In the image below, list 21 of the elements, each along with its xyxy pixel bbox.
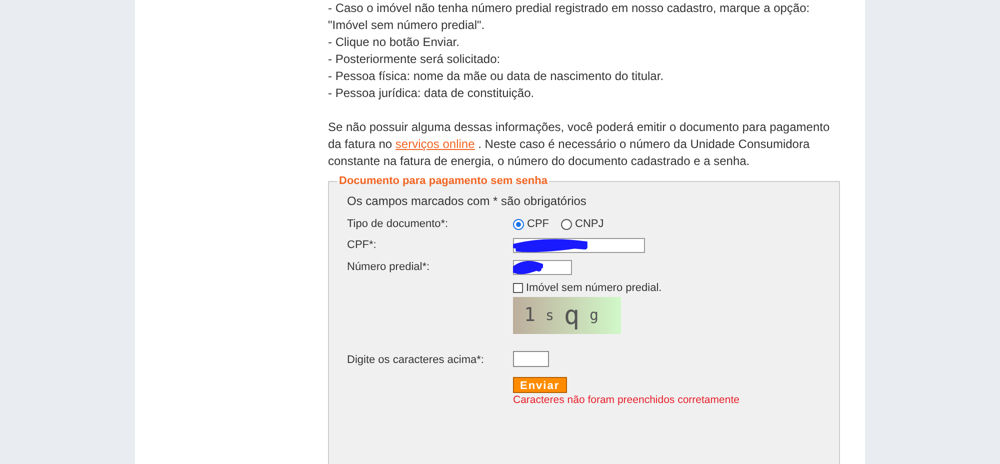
no-number-checkbox[interactable]: Imóvel sem número predial.	[513, 280, 821, 296]
info-paragraph: Se não possuir alguma dessas informações, você poderá emitir o documento para pagamento da fatura no serviços online . Neste caso é necessário o número da Unidade Consumidora constante na fatura de energia, o número do documento cadastrado e a senha.	[328, 119, 831, 170]
captcha-field[interactable]	[513, 351, 549, 367]
field-label: Número predial*:	[347, 260, 431, 274]
captcha-character: s	[545, 308, 554, 322]
instruction-text: - Caso o imóvel não tenha número predial registrado em nosso cadastro, marque a opção: "Imóvel sem número predial".	[328, 0, 811, 34]
instruction-text: - Clique no botão Enviar.	[328, 34, 460, 51]
instruction-text: - Pessoa física: nome da mãe ou data de nascimento do titular.	[328, 68, 665, 85]
captcha-character: q	[564, 302, 580, 328]
form-legend: Documento para pagamento sem senha	[337, 174, 550, 188]
error-message: Caracteres não foram preenchidos corretamente	[513, 393, 740, 407]
radio-option[interactable]: CNPJ	[561, 217, 604, 231]
required-note: Os campos marcados com * são obrigatórios	[347, 194, 588, 208]
field-label: Tipo de documento*:	[347, 217, 450, 231]
field-label: CPF*:	[347, 238, 378, 252]
captcha-character: g	[590, 308, 599, 323]
field-label: Digite os caracteres acima*:	[347, 353, 485, 367]
radio-option[interactable]: CPF	[513, 217, 549, 231]
instruction-text: - Pessoa jurídica: data de constituição.	[328, 85, 536, 102]
captcha-character: 1	[524, 306, 536, 325]
instruction-text: - Posteriormente será solicitado:	[328, 51, 502, 68]
